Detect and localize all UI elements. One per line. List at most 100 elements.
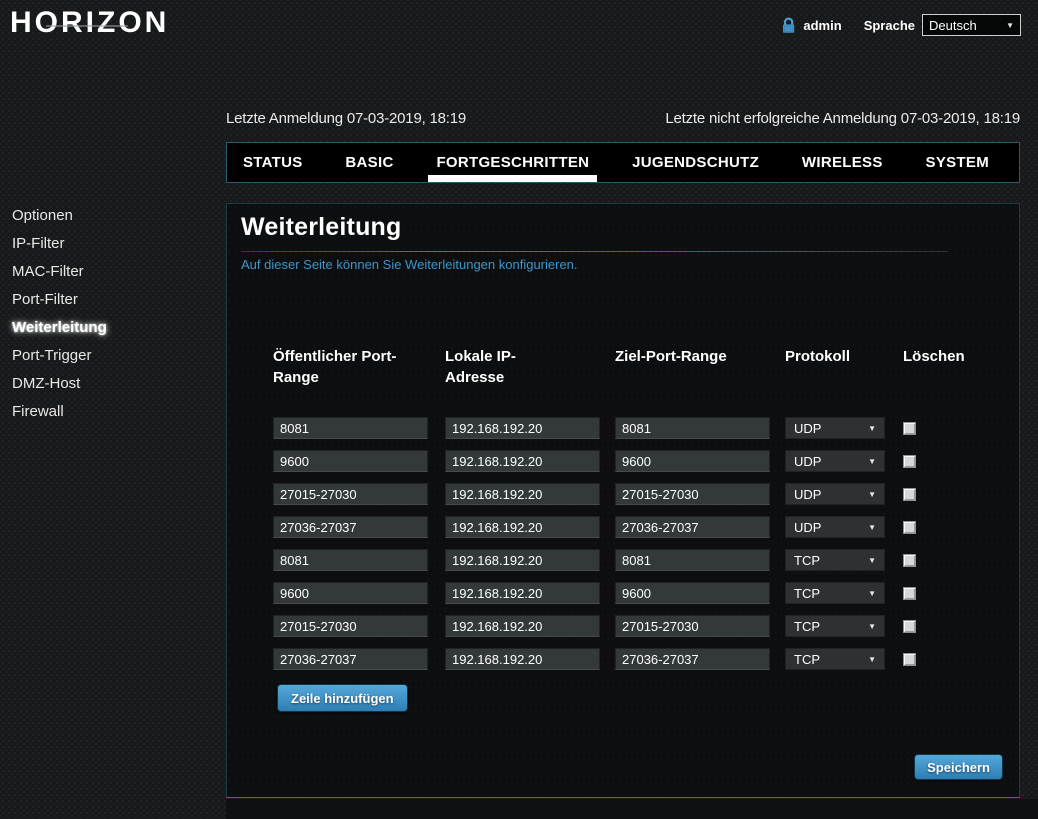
delete-checkbox[interactable] <box>903 619 916 633</box>
delete-checkbox[interactable] <box>903 520 916 534</box>
target-port-range-input[interactable] <box>615 516 770 538</box>
protocol-select-value: TCP <box>794 618 820 634</box>
page-description: Auf dieser Seite können Sie Weiterleitun… <box>241 257 578 272</box>
page-title: Weiterleitung <box>241 213 402 241</box>
tab-jugendschutz[interactable]: JUGENDSCHUTZ <box>624 143 767 182</box>
table-row: UDP ▼ <box>273 516 963 538</box>
public-port-range-input[interactable] <box>273 483 428 505</box>
delete-checkbox[interactable] <box>903 487 916 501</box>
sidebar-item-firewall[interactable]: Firewall <box>12 398 107 426</box>
target-port-range-input[interactable] <box>615 648 770 670</box>
local-ip-input[interactable] <box>445 615 600 637</box>
delete-checkbox[interactable] <box>903 421 916 435</box>
tab-status[interactable]: STATUS <box>235 143 311 182</box>
local-ip-input[interactable] <box>445 648 600 670</box>
protocol-select[interactable]: TCP ▼ <box>785 615 885 637</box>
local-ip-input[interactable] <box>445 450 600 472</box>
chevron-down-icon: ▼ <box>868 588 876 598</box>
protocol-select-value: TCP <box>794 585 820 601</box>
protocol-select[interactable]: TCP ▼ <box>785 648 885 670</box>
local-ip-input[interactable] <box>445 516 600 538</box>
local-ip-input[interactable] <box>445 582 600 604</box>
login-info: Letzte Anmeldung 07-03-2019, 18:19 Letzt… <box>226 110 1020 127</box>
sidebar-item-ip-filter[interactable]: IP-Filter <box>12 230 107 258</box>
protocol-select[interactable]: UDP ▼ <box>785 417 885 439</box>
public-port-range-input[interactable] <box>273 549 428 571</box>
local-ip-input[interactable] <box>445 483 600 505</box>
chevron-down-icon: ▼ <box>1006 20 1014 30</box>
language-select[interactable]: Deutsch ▼ <box>922 14 1021 36</box>
username: admin <box>803 17 842 33</box>
chevron-down-icon: ▼ <box>868 555 876 565</box>
target-port-range-input[interactable] <box>615 483 770 505</box>
protocol-select[interactable]: TCP ▼ <box>785 549 885 571</box>
protocol-select[interactable]: TCP ▼ <box>785 582 885 604</box>
column-header-lokale-ip-adresse: Lokale IP-Adresse <box>445 348 516 386</box>
protocol-select[interactable]: UDP ▼ <box>785 483 885 505</box>
target-port-range-input[interactable] <box>615 450 770 472</box>
public-port-range-input[interactable] <box>273 417 428 439</box>
column-header-ziel-port-range: Ziel-Port-Range <box>615 348 727 365</box>
sidebar-item-optionen[interactable]: Optionen <box>12 202 107 230</box>
table-row: UDP ▼ <box>273 483 963 505</box>
public-port-range-input[interactable] <box>273 582 428 604</box>
tab-wireless[interactable]: WIRELESS <box>794 143 891 182</box>
chevron-down-icon: ▼ <box>868 489 876 499</box>
delete-checkbox[interactable] <box>903 454 916 468</box>
target-port-range-input[interactable] <box>615 549 770 571</box>
chevron-down-icon: ▼ <box>868 621 876 631</box>
tab-fortgeschritten[interactable]: FORTGESCHRITTEN <box>428 143 598 182</box>
target-port-range-input[interactable] <box>615 582 770 604</box>
protocol-select-value: TCP <box>794 651 820 667</box>
sidebar-item-mac-filter[interactable]: MAC-Filter <box>12 258 107 286</box>
tab-system[interactable]: SYSTEM <box>918 143 997 182</box>
language-label: Sprache <box>863 17 915 33</box>
chevron-down-icon: ▼ <box>868 456 876 466</box>
footer-strip <box>226 799 1038 819</box>
chevron-down-icon: ▼ <box>868 654 876 664</box>
column-header-protokoll: Protokoll <box>785 348 851 365</box>
local-ip-input[interactable] <box>445 549 600 571</box>
protocol-select[interactable]: UDP ▼ <box>785 450 885 472</box>
chevron-down-icon: ▼ <box>868 423 876 433</box>
public-port-range-input[interactable] <box>273 648 428 670</box>
table-row: UDP ▼ <box>273 417 963 439</box>
title-divider <box>241 251 948 252</box>
protocol-select[interactable]: UDP ▼ <box>785 516 885 538</box>
table-rows: UDP ▼ UDP ▼ UDP ▼ <box>273 417 963 670</box>
sidebar-item-dmz-host[interactable]: DMZ-Host <box>12 370 107 398</box>
target-port-range-input[interactable] <box>615 615 770 637</box>
local-ip-input[interactable] <box>445 417 600 439</box>
tab-basic[interactable]: BASIC <box>337 143 401 182</box>
sidebar-item-weiterleitung[interactable]: Weiterleitung <box>12 314 107 342</box>
sidebar-item-port-filter[interactable]: Port-Filter <box>12 286 107 314</box>
protocol-select-value: UDP <box>794 486 822 502</box>
top-nav-tabs: STATUS BASIC FORTGESCHRITTEN JUGENDSCHUTZ WI… <box>226 142 1020 183</box>
save-button[interactable]: Speichern <box>914 754 1003 780</box>
table-row: TCP ▼ <box>273 549 963 571</box>
column-header-löschen: Löschen <box>903 348 965 365</box>
target-port-range-input[interactable] <box>615 417 770 439</box>
last-login-text: Letzte Anmeldung 07-03-2019, 18:19 <box>226 110 467 127</box>
table-row: TCP ▼ <box>273 615 963 637</box>
last-failed-login-text: Letzte nicht erfolgreiche Anmeldung 07-0… <box>665 110 1020 127</box>
lock-icon <box>780 17 797 34</box>
protocol-select-value: TCP <box>794 552 820 568</box>
add-row-button[interactable]: Zeile hinzufügen <box>277 684 408 712</box>
public-port-range-input[interactable] <box>273 516 428 538</box>
page: HORIZON admin Sprache Deutsch ▼ Letzte A… <box>0 0 1038 819</box>
horizon-logo: HORIZON <box>10 6 170 39</box>
sidebar-item-port-trigger[interactable]: Port-Trigger <box>12 342 107 370</box>
table-row: UDP ▼ <box>273 450 963 472</box>
chevron-down-icon: ▼ <box>868 522 876 532</box>
protocol-select-value: UDP <box>794 453 822 469</box>
delete-checkbox[interactable] <box>903 553 916 567</box>
public-port-range-input[interactable] <box>273 450 428 472</box>
header-user-area: admin Sprache Deutsch ▼ <box>780 14 1021 36</box>
delete-checkbox[interactable] <box>903 586 916 600</box>
delete-checkbox[interactable] <box>903 652 916 666</box>
column-header-öffentlicher-port-range: Öffentlicher Port-Range <box>273 348 397 386</box>
public-port-range-input[interactable] <box>273 615 428 637</box>
sidebar-nav: Optionen IP-Filter MAC-Filter Port-Filter We… <box>12 202 107 426</box>
language-select-value: Deutsch <box>929 17 977 33</box>
